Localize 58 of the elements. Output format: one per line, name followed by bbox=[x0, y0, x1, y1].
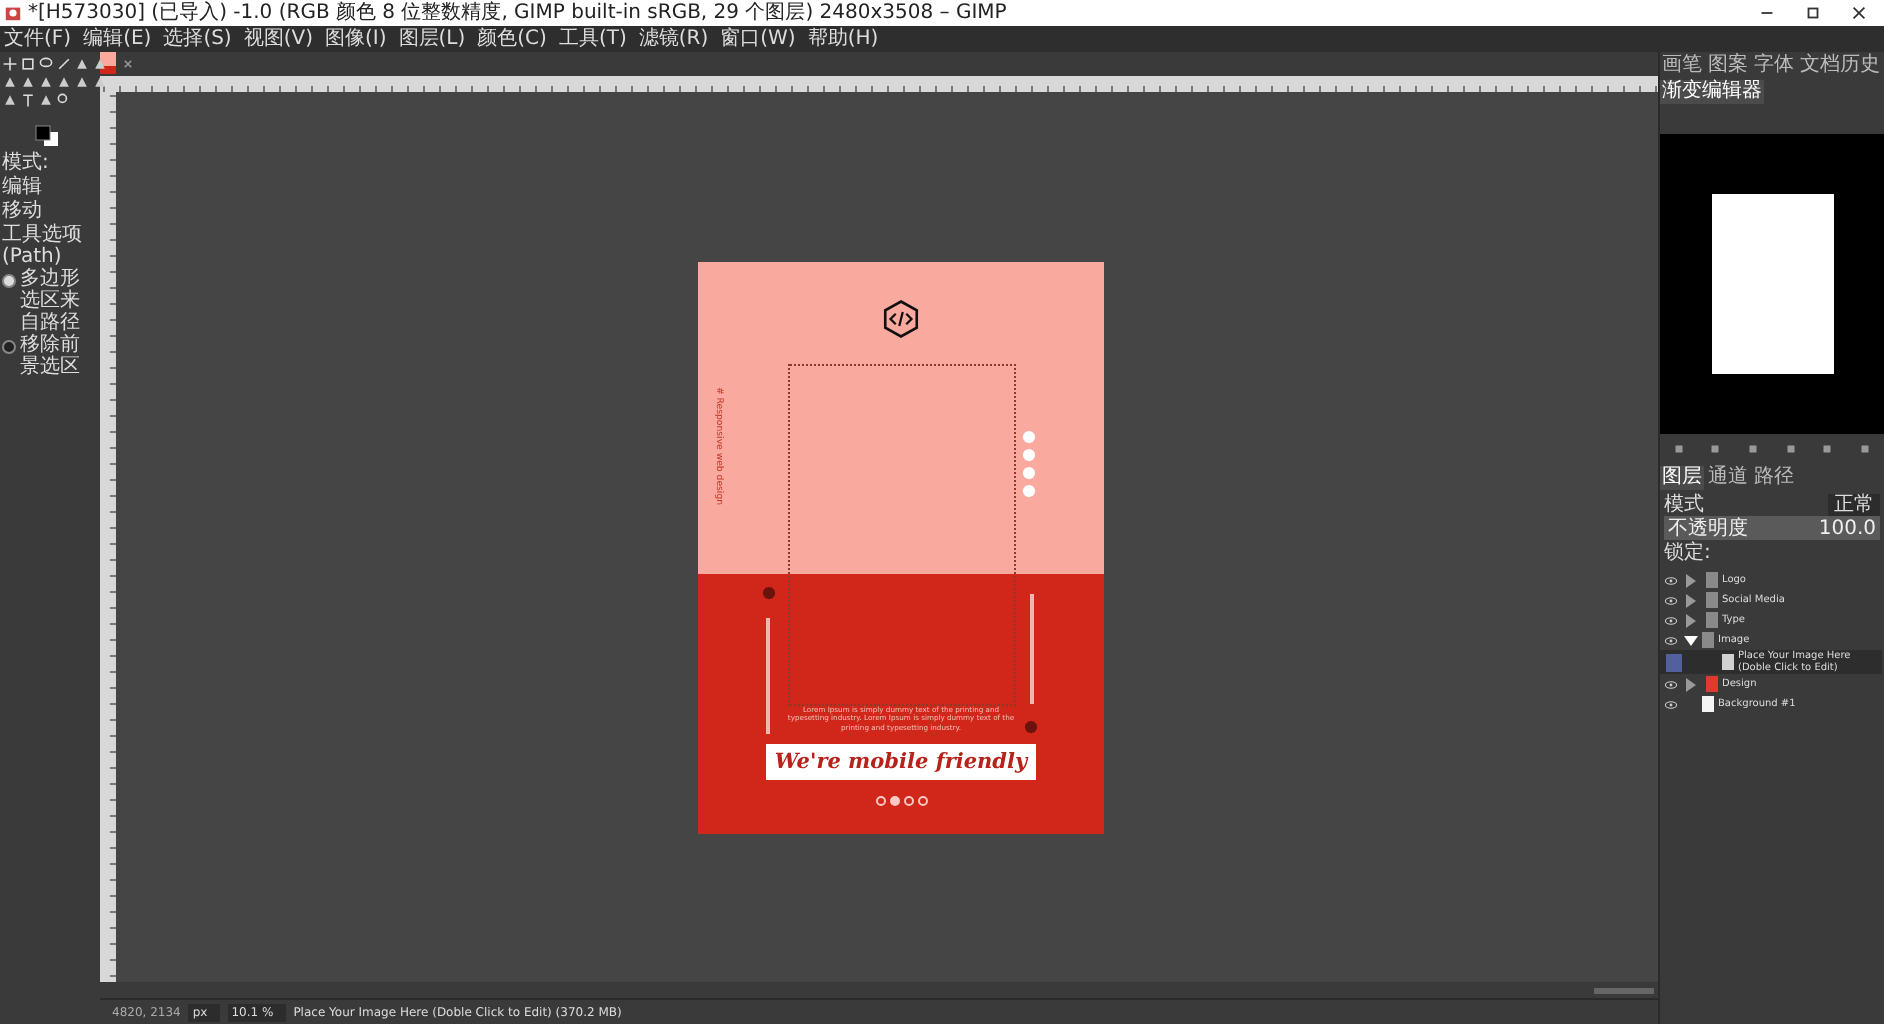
option-label: 多边形选区来自路径 bbox=[20, 268, 82, 334]
dock-button-icon[interactable] bbox=[1746, 442, 1761, 456]
lock-label: 锁定: bbox=[1664, 541, 1711, 563]
eye-icon[interactable] bbox=[1663, 679, 1677, 689]
menu-item[interactable]: 视图(V) bbox=[243, 26, 313, 52]
expander-icon[interactable] bbox=[1684, 635, 1698, 645]
dock-button-icon[interactable] bbox=[1820, 442, 1835, 456]
panel-tab[interactable]: 图层 bbox=[1660, 466, 1704, 490]
dock-tab[interactable]: 画笔 bbox=[1660, 54, 1704, 78]
code-icon bbox=[880, 297, 922, 339]
visibility-toggle[interactable] bbox=[1666, 653, 1682, 671]
radio-button[interactable] bbox=[2, 340, 16, 354]
move-label: 移动 bbox=[2, 200, 42, 222]
dock-button-icon[interactable] bbox=[1671, 442, 1686, 456]
menu-item[interactable]: 颜色(C) bbox=[477, 26, 547, 52]
dot-icon bbox=[1024, 719, 1038, 733]
eye-icon[interactable] bbox=[1663, 595, 1677, 605]
dock-button-icon[interactable] bbox=[1708, 442, 1723, 456]
dock-tab[interactable]: 字体 bbox=[1752, 54, 1796, 78]
dot-icon bbox=[762, 585, 776, 599]
decor-line bbox=[766, 617, 770, 733]
mode-dropdown[interactable]: 正常 bbox=[1828, 493, 1880, 515]
radio-button[interactable] bbox=[2, 274, 16, 288]
menu-item[interactable]: 帮助(H) bbox=[807, 26, 879, 52]
eye-icon[interactable] bbox=[1663, 699, 1677, 709]
options-title: 工具选项 (Path) bbox=[2, 224, 84, 268]
menu-item[interactable]: 选择(S) bbox=[163, 26, 232, 52]
eye-icon[interactable] bbox=[1663, 635, 1677, 645]
dock-tab[interactable]: 渐变编辑器 bbox=[1660, 80, 1764, 104]
menu-item[interactable]: 窗口(W) bbox=[720, 26, 796, 52]
scrollbar[interactable] bbox=[1594, 987, 1654, 993]
opacity-slider[interactable]: 不透明度 100.0 bbox=[1664, 516, 1880, 540]
dock-tab[interactable]: 文档历史 bbox=[1798, 54, 1882, 78]
menu-item[interactable]: 滤镜(R) bbox=[638, 26, 709, 52]
headline: We're mobile friendly bbox=[766, 744, 1036, 781]
close-icon[interactable] bbox=[1850, 4, 1868, 22]
dock-button-icon[interactable] bbox=[1858, 442, 1873, 456]
eye-icon[interactable] bbox=[1663, 615, 1677, 625]
edit-label: 编辑 bbox=[2, 176, 42, 198]
decor-line bbox=[1030, 593, 1034, 703]
panel-tab[interactable]: 通道 bbox=[1706, 466, 1750, 490]
menu-item[interactable]: 编辑(E) bbox=[83, 26, 152, 52]
tool-icon[interactable] bbox=[20, 92, 36, 108]
menu-item[interactable]: 图像(I) bbox=[325, 26, 387, 52]
tool-icon[interactable] bbox=[2, 56, 18, 72]
dock-button-icon[interactable] bbox=[1783, 442, 1798, 456]
window-title: *[H573030] (已导入) -1.0 (RGB 颜色 8 位整数精度, GIMP built-in sRGB, 29 个图层) 2480x3508 – GIMP bbox=[28, 0, 1007, 26]
dock-tab[interactable]: 图案 bbox=[1706, 54, 1750, 78]
menu-item[interactable]: 工具(T) bbox=[558, 26, 627, 52]
eye-icon[interactable] bbox=[1663, 575, 1677, 585]
mode-label: 模式 bbox=[1664, 493, 1704, 515]
mode-label: 模式: bbox=[2, 152, 49, 174]
menu-item[interactable]: 图层(L) bbox=[398, 26, 466, 52]
option-label: 移除前景选区 bbox=[20, 334, 82, 378]
maximize-icon[interactable] bbox=[1804, 4, 1822, 22]
panel-tab[interactable]: 路径 bbox=[1752, 466, 1796, 490]
color-swatches-icon[interactable] bbox=[34, 124, 62, 148]
menu-item[interactable]: 文件(F) bbox=[4, 26, 72, 52]
